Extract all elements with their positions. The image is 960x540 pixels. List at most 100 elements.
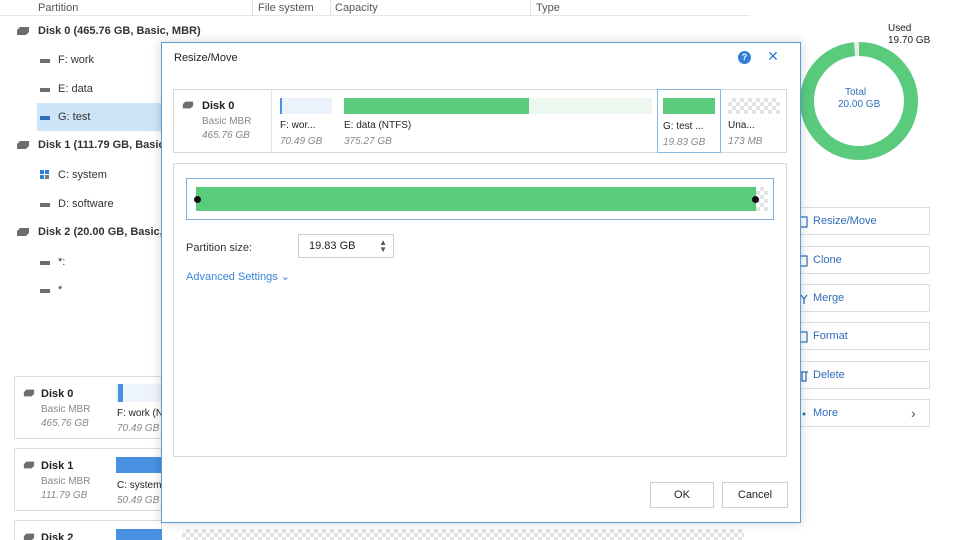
merge-button[interactable]: Merge <box>790 284 930 312</box>
used-label: Used <box>888 23 912 34</box>
partition-usage-fill <box>118 384 123 402</box>
tree-row-label: E: data <box>58 83 93 95</box>
disk-icon <box>23 533 35 540</box>
partition-icon <box>40 59 50 63</box>
segment-label: F: wor... <box>280 120 316 131</box>
segment-label: G: test ... <box>663 121 704 132</box>
more-label: More <box>813 407 839 419</box>
delete-button[interactable]: Delete <box>790 361 930 389</box>
tree-row-label: Disk 1 (111.79 GB, Basic, <box>38 139 168 151</box>
segment-bar-track <box>344 98 652 114</box>
dialog-segment-f[interactable]: F: wor... 70.49 GB <box>274 90 338 152</box>
partition-list-header: Partition File system Capacity Type <box>0 0 750 16</box>
right-resize-handle[interactable] <box>752 196 759 203</box>
segment-label: Una... <box>728 120 755 131</box>
advanced-settings-link[interactable]: Advanced Settings ⌄ <box>186 270 290 283</box>
column-separator[interactable] <box>252 0 253 16</box>
dialog-disk-strip: Disk 0 Basic MBR 465.76 GB F: wor... 70.… <box>173 89 787 153</box>
segment-usage-fill <box>663 98 715 114</box>
segment-usage-fill <box>344 98 529 114</box>
segment-usage-fill <box>280 98 282 114</box>
dialog-disk-name: Disk 0 <box>202 100 235 112</box>
usage-panel: Used 19.70 GB Total 20.00 GB <box>796 20 960 170</box>
disk-icon <box>17 228 29 236</box>
resize-panel: Partition size: 19.83 GB ▲ ▼ Advanced Se… <box>173 163 787 457</box>
diskmap-disk-type: Basic MBR <box>41 476 91 487</box>
help-icon[interactable]: ? <box>738 51 751 64</box>
resize-move-dialog: Resize/Move ? ✕ Disk 0 Basic MBR 465.76 … <box>161 42 801 523</box>
total-label: Total <box>845 87 867 98</box>
diskmap-partition-bar-disk-2[interactable] <box>116 529 162 540</box>
segment-bar-track <box>280 98 332 114</box>
segment-size: 375.27 GB <box>344 136 392 147</box>
clone-label: Clone <box>813 254 842 266</box>
partition-size-value: 19.83 GB <box>309 240 356 252</box>
tree-row-label: G: test <box>58 111 91 123</box>
segment-size: 173 MB <box>728 136 763 147</box>
merge-label: Merge <box>813 292 845 304</box>
disk-icon <box>23 461 35 469</box>
diskmap-partition-bar-c[interactable] <box>116 457 162 473</box>
partition-resize-slider[interactable] <box>186 178 774 220</box>
disk-icon <box>23 389 35 397</box>
segment-size: 19.83 GB <box>663 137 706 148</box>
clone-button[interactable]: Clone <box>790 246 930 274</box>
dialog-segment-unallocated[interactable]: Una... 173 MB <box>726 90 786 152</box>
cancel-button[interactable]: Cancel <box>722 482 788 508</box>
segment-label: E: data (NTFS) <box>344 120 412 131</box>
column-header-partition[interactable]: Partition <box>38 1 78 15</box>
disk-icon <box>17 141 29 149</box>
tree-row-label: C: system <box>58 169 107 181</box>
spin-down-icon[interactable]: ▼ <box>379 246 387 254</box>
resize-move-label: Resize/Move <box>813 215 877 227</box>
partition-icon <box>40 88 50 92</box>
segment-bar-track <box>663 98 715 114</box>
diskmap-disk-name: Disk 2 <box>41 532 74 540</box>
spin-buttons[interactable]: ▲ ▼ <box>379 239 387 254</box>
format-button[interactable]: Format <box>790 322 930 350</box>
resize-move-button[interactable]: Resize/Move <box>790 207 930 235</box>
diskmap-partition-bar-f[interactable] <box>116 384 162 402</box>
tree-row-disk-0[interactable]: Disk 0 (465.76 GB, Basic, MBR) <box>0 17 750 45</box>
diskmap-unallocated-bar[interactable] <box>182 529 744 540</box>
partition-icon <box>40 261 50 265</box>
delete-label: Delete <box>813 369 845 381</box>
column-header-capacity[interactable]: Capacity <box>335 1 378 15</box>
partition-icon <box>40 289 50 293</box>
total-value: 20.00 GB <box>838 99 881 110</box>
diskmap-partition-label: F: work (N <box>117 408 164 419</box>
diskmap-partition-size: 70.49 GB <box>117 423 160 434</box>
used-value: 19.70 GB <box>888 35 931 46</box>
partition-size-label: Partition size: <box>186 242 253 254</box>
close-icon[interactable]: ✕ <box>766 48 780 64</box>
left-resize-handle[interactable] <box>194 196 201 203</box>
diskmap-disk-name: Disk 0 <box>41 388 74 400</box>
tree-row-label: F: work <box>58 54 95 66</box>
tree-row-label: *: <box>58 256 66 268</box>
column-separator[interactable] <box>530 0 531 16</box>
tree-row-label: D: software <box>58 198 114 210</box>
format-label: Format <box>813 330 848 342</box>
disk-icon <box>182 101 194 109</box>
column-header-file-system[interactable]: File system <box>258 1 314 15</box>
ok-button[interactable]: OK <box>650 482 714 508</box>
tree-row-label: Disk 0 (465.76 GB, Basic, MBR) <box>38 25 201 37</box>
partition-icon <box>40 203 50 207</box>
disk-icon <box>17 27 29 35</box>
dialog-segment-e[interactable]: E: data (NTFS) 375.27 GB <box>340 90 660 152</box>
diskmap-partition-size: 50.49 GB <box>117 495 160 506</box>
unallocated-bar <box>728 98 780 114</box>
partition-size-input[interactable]: 19.83 GB ▲ ▼ <box>298 234 394 258</box>
more-button[interactable]: More › <box>790 399 930 427</box>
dialog-disk-type: Basic MBR <box>202 116 252 127</box>
diskmap-disk-type: Basic MBR <box>41 404 91 415</box>
column-header-type[interactable]: Type <box>536 1 560 15</box>
chevron-right-icon: › <box>911 405 916 421</box>
segment-size: 70.49 GB <box>280 136 323 147</box>
tree-row-label: * <box>58 284 63 296</box>
diskmap-disk-size: 465.76 GB <box>41 418 89 429</box>
partition-size-fill[interactable] <box>196 187 759 211</box>
dialog-segment-g-selected[interactable]: G: test ... 19.83 GB <box>657 89 721 153</box>
tree-row-label: Disk 2 (20.00 GB, Basic, G <box>38 226 175 238</box>
column-separator[interactable] <box>330 0 331 16</box>
